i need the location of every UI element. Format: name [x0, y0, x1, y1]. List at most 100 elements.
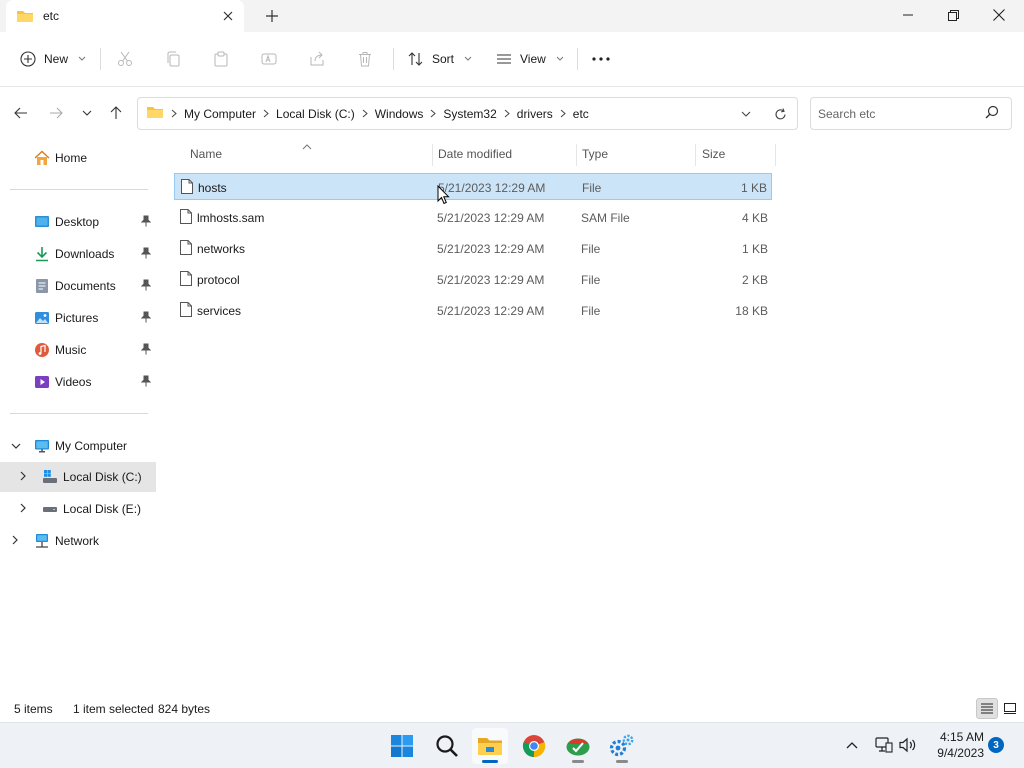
sidebar-item-pictures[interactable]: Pictures	[0, 303, 156, 333]
column-header-date[interactable]: Date modified	[438, 142, 512, 166]
column-divider[interactable]	[695, 144, 696, 166]
breadcrumb-my-computer[interactable]: My Computer	[178, 107, 262, 121]
share-button[interactable]	[309, 44, 325, 74]
sidebar-item-home[interactable]: Home	[0, 143, 156, 173]
new-label: New	[44, 52, 69, 66]
view-button[interactable]: View	[496, 44, 564, 74]
column-header-size[interactable]: Size	[702, 142, 725, 166]
toolbar-divider	[100, 48, 101, 70]
minimize-icon[interactable]	[885, 0, 931, 30]
up-button[interactable]	[104, 100, 128, 126]
column-divider[interactable]	[432, 144, 433, 166]
tab-close-icon[interactable]	[218, 6, 238, 26]
address-bar[interactable]: My Computer Local Disk (C:) Windows Syst…	[137, 97, 798, 130]
show-hidden-icons-icon[interactable]	[841, 733, 863, 757]
chevron-down-icon[interactable]	[11, 439, 21, 453]
refresh-icon[interactable]	[770, 104, 790, 124]
table-row[interactable]: lmhosts.sam 5/21/2023 12:29 AM SAM File …	[174, 204, 772, 231]
sidebar-item-local-disk-c[interactable]: Local Disk (C:)	[0, 462, 156, 492]
sidebar-item-label: Home	[55, 151, 88, 165]
breadcrumb-local-disk-c[interactable]: Local Disk (C:)	[270, 107, 361, 121]
search-input[interactable]	[818, 104, 978, 124]
table-row[interactable]: networks 5/21/2023 12:29 AM File 1 KB	[174, 235, 772, 262]
windows-start-icon[interactable]	[384, 728, 420, 764]
home-icon	[34, 150, 50, 166]
clock-date: 9/4/2023	[937, 746, 984, 760]
pin-icon[interactable]	[140, 311, 152, 326]
pin-icon[interactable]	[140, 375, 152, 390]
sidebar-item-label: My Computer	[55, 439, 128, 453]
table-row[interactable]: services 5/21/2023 12:29 AM File 18 KB	[174, 297, 772, 324]
pin-icon[interactable]	[140, 343, 152, 358]
chevron-right-icon	[262, 107, 270, 121]
sidebar-item-network[interactable]: Network	[0, 526, 156, 556]
file-icon	[180, 302, 192, 320]
search-icon[interactable]	[429, 728, 465, 764]
chevron-down-icon	[82, 110, 92, 116]
chevron-right-icon	[429, 107, 437, 121]
chevron-right-icon[interactable]	[19, 502, 27, 516]
sort-button[interactable]: Sort	[408, 44, 472, 74]
more-button[interactable]	[592, 44, 610, 74]
sidebar-item-label: Videos	[55, 375, 92, 389]
column-header-name[interactable]: Name	[190, 142, 222, 166]
file-explorer-icon[interactable]	[472, 728, 508, 764]
chevron-right-icon[interactable]	[11, 534, 19, 548]
folder-icon	[146, 104, 170, 123]
search-box[interactable]	[810, 97, 1012, 130]
table-row[interactable]: hosts 5/21/2023 12:29 AM File 1 KB	[174, 173, 772, 200]
sidebar-item-downloads[interactable]: Downloads	[0, 239, 156, 269]
delete-button[interactable]	[357, 44, 373, 74]
column-header-type[interactable]: Type	[582, 142, 608, 166]
details-view-icon[interactable]	[976, 698, 998, 719]
sidebar-item-local-disk-e[interactable]: Local Disk (E:)	[0, 494, 156, 524]
new-button[interactable]: New	[20, 44, 86, 74]
forward-button[interactable]	[44, 100, 68, 126]
sidebar-item-desktop[interactable]: Desktop	[0, 207, 156, 237]
sidebar-item-my-computer[interactable]: My Computer	[0, 431, 156, 461]
back-button[interactable]	[9, 100, 33, 126]
toolbar-divider	[393, 48, 394, 70]
arrow-up-icon	[110, 106, 122, 119]
rename-button[interactable]	[261, 44, 277, 74]
clock[interactable]: 4:15 AM 9/4/2023	[928, 729, 984, 761]
app-icon[interactable]	[560, 728, 596, 764]
tab-etc[interactable]: etc	[6, 0, 244, 32]
file-size: 2 KB	[741, 273, 768, 287]
tab-title: etc	[43, 9, 60, 23]
sort-label: Sort	[432, 52, 455, 66]
copy-button[interactable]	[165, 44, 181, 74]
address-dropdown-icon[interactable]	[736, 104, 756, 124]
tiles-view-icon[interactable]	[999, 698, 1021, 719]
breadcrumb-windows[interactable]: Windows	[369, 107, 430, 121]
close-icon[interactable]	[976, 0, 1022, 30]
pin-icon[interactable]	[140, 279, 152, 294]
pin-icon[interactable]	[140, 215, 152, 230]
maximize-icon[interactable]	[930, 0, 976, 30]
settings-gear-icon[interactable]	[604, 728, 640, 764]
file-icon	[181, 179, 193, 197]
notification-badge[interactable]: 3	[988, 737, 1004, 753]
column-divider[interactable]	[775, 144, 776, 166]
search-icon[interactable]	[985, 105, 999, 122]
sidebar-item-label: Desktop	[55, 215, 100, 229]
file-name: networks	[197, 242, 246, 256]
paste-button[interactable]	[213, 44, 229, 74]
chevron-right-icon[interactable]	[19, 470, 27, 484]
new-tab-icon[interactable]	[260, 4, 284, 28]
sidebar-item-videos[interactable]: Videos	[0, 367, 156, 397]
sidebar-item-music[interactable]: Music	[0, 335, 156, 365]
file-icon	[180, 240, 192, 258]
table-row[interactable]: protocol 5/21/2023 12:29 AM File 2 KB	[174, 266, 772, 293]
sidebar-item-documents[interactable]: Documents	[0, 271, 156, 301]
breadcrumb-drivers[interactable]: drivers	[511, 107, 559, 121]
chrome-icon[interactable]	[516, 728, 552, 764]
volume-icon[interactable]	[897, 733, 919, 757]
column-divider[interactable]	[576, 144, 577, 166]
breadcrumb-etc[interactable]: etc	[567, 107, 595, 121]
network-status-icon[interactable]	[873, 733, 895, 757]
cut-button[interactable]	[117, 44, 133, 74]
recent-locations-button[interactable]	[75, 100, 99, 126]
pin-icon[interactable]	[140, 247, 152, 262]
breadcrumb-system32[interactable]: System32	[437, 107, 502, 121]
